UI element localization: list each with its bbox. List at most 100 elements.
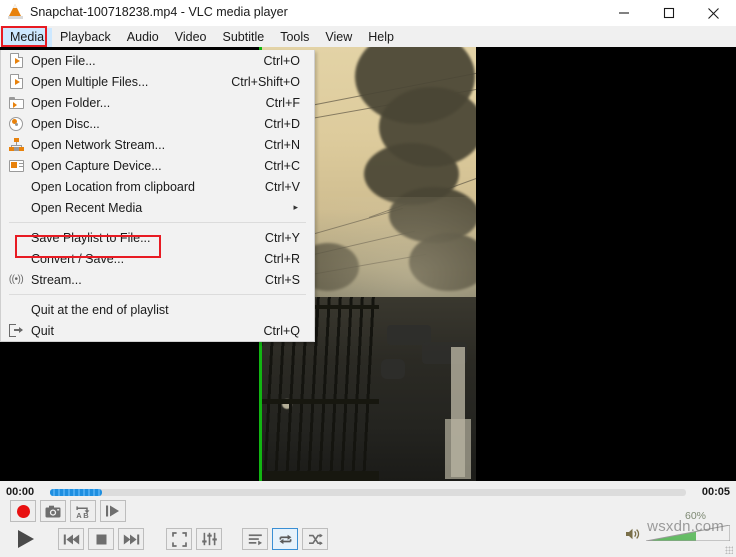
playlist-group <box>242 528 328 550</box>
snapshot-button[interactable] <box>40 500 66 522</box>
view-group <box>166 528 222 550</box>
svg-text:B: B <box>83 511 89 519</box>
loop-icon <box>279 534 291 544</box>
menu-item-accel: Ctrl+R <box>264 251 300 266</box>
no-icon <box>1 248 31 269</box>
file-play-icon <box>1 71 31 92</box>
menu-view[interactable]: View <box>317 28 360 47</box>
menu-item-accel: Ctrl+V <box>264 179 300 194</box>
shuffle-button[interactable] <box>302 528 328 550</box>
menu-item-accel: Ctrl+Y <box>264 230 300 245</box>
stop-button[interactable] <box>88 528 114 550</box>
primary-controls <box>4 525 328 553</box>
previous-button[interactable] <box>58 528 84 550</box>
menu-item-open-disc[interactable]: Open Disc... Ctrl+D <box>1 113 314 134</box>
frame-step-icon <box>106 505 119 517</box>
menu-item-label: Open Network Stream... <box>31 137 166 152</box>
fullscreen-icon <box>171 531 187 547</box>
no-icon <box>1 299 31 320</box>
menu-item-open-multiple-files[interactable]: Open Multiple Files... Ctrl+Shift+O <box>1 71 314 92</box>
vlc-window: Snapchat-100718238.mp4 - VLC media playe… <box>0 0 736 557</box>
playlist-icon <box>248 533 262 545</box>
menu-item-label: Open Location from clipboard <box>31 179 195 194</box>
minimize-button[interactable] <box>601 0 646 26</box>
close-button[interactable] <box>691 0 736 26</box>
menu-item-accel: Ctrl+S <box>264 272 300 287</box>
loop-button[interactable] <box>272 528 298 550</box>
resize-grip[interactable] <box>725 546 733 554</box>
menu-item-accel: Ctrl+N <box>264 137 300 152</box>
menu-item-label: Open Capture Device... <box>31 158 162 173</box>
maximize-button[interactable] <box>646 0 691 26</box>
menu-media[interactable]: Media <box>2 27 53 47</box>
record-button[interactable] <box>10 500 36 522</box>
equalizer-icon <box>201 532 217 546</box>
window-controls <box>601 0 736 26</box>
previous-icon <box>63 534 79 544</box>
menu-item-label: Quit <box>31 323 54 338</box>
submenu-arrow-icon: ▸ <box>293 202 298 212</box>
menu-item-accel: Ctrl+F <box>265 95 300 110</box>
capture-device-icon <box>1 155 31 176</box>
menu-item-label: Convert / Save... <box>31 251 125 266</box>
play-icon <box>18 530 34 548</box>
seek-slider[interactable] <box>50 489 686 496</box>
vlc-cone-icon <box>8 4 23 19</box>
media-dropdown-menu: Open File... Ctrl+O Open Multiple Files.… <box>0 50 315 342</box>
menu-item-open-location-from-clipboard[interactable]: Open Location from clipboard Ctrl+V <box>1 176 314 197</box>
shuffle-icon <box>308 533 323 545</box>
menu-item-accel: Ctrl+D <box>264 116 300 131</box>
extended-settings-button[interactable] <box>196 528 222 550</box>
menu-item-convert-save[interactable]: Convert / Save... Ctrl+R <box>1 248 314 269</box>
menu-playback[interactable]: Playback <box>52 28 119 47</box>
menu-tools[interactable]: Tools <box>272 28 317 47</box>
secondary-controls: A B <box>10 500 126 522</box>
menu-item-open-file[interactable]: Open File... Ctrl+O <box>1 50 314 71</box>
menu-help[interactable]: Help <box>360 28 402 47</box>
menu-item-accel: Ctrl+Shift+O <box>231 74 300 89</box>
menu-item-label: Open Multiple Files... <box>31 74 149 89</box>
menu-item-open-recent-media[interactable]: Open Recent Media ▸ <box>1 197 314 218</box>
menu-item-stream[interactable]: ((•)) Stream... Ctrl+S <box>1 269 314 290</box>
seek-row: 00:00 00:05 <box>0 483 736 501</box>
menu-item-accel: Ctrl+Q <box>263 323 300 338</box>
title-bar: Snapchat-100718238.mp4 - VLC media playe… <box>0 0 736 26</box>
menu-audio[interactable]: Audio <box>119 28 167 47</box>
menu-subtitle[interactable]: Subtitle <box>215 28 273 47</box>
menu-item-save-playlist-to-file[interactable]: Save Playlist to File... Ctrl+Y <box>1 227 314 248</box>
no-icon <box>1 197 31 218</box>
next-icon <box>123 534 139 544</box>
disc-icon <box>1 113 31 134</box>
menu-item-quit-at-end-of-playlist[interactable]: Quit at the end of playlist <box>1 299 314 320</box>
menu-item-label: Open Disc... <box>31 116 100 131</box>
no-icon <box>1 176 31 197</box>
seek-progress <box>50 489 102 496</box>
elapsed-time: 00:00 <box>6 486 35 498</box>
camera-icon <box>45 505 61 517</box>
menu-video[interactable]: Video <box>167 28 215 47</box>
speaker-icon[interactable] <box>625 527 641 541</box>
play-button[interactable] <box>4 525 46 553</box>
total-time: 00:05 <box>701 486 730 498</box>
menu-item-accel: Ctrl+O <box>263 53 300 68</box>
site-watermark: wsxdn.com <box>647 518 724 535</box>
fullscreen-button[interactable] <box>166 528 192 550</box>
menu-item-label: Open Folder... <box>31 95 111 110</box>
menu-item-open-folder[interactable]: Open Folder... Ctrl+F <box>1 92 314 113</box>
control-bar: 00:00 00:05 A B 60% wsxdn.com <box>0 481 736 557</box>
menu-item-open-capture-device[interactable]: Open Capture Device... Ctrl+C <box>1 155 314 176</box>
stream-icon: ((•)) <box>8 274 24 285</box>
frame-by-frame-button[interactable] <box>100 500 126 522</box>
next-button[interactable] <box>118 528 144 550</box>
menu-item-open-network-stream[interactable]: Open Network Stream... Ctrl+N <box>1 134 314 155</box>
window-title: Snapchat-100718238.mp4 - VLC media playe… <box>30 4 288 19</box>
menu-item-label: Quit at the end of playlist <box>31 302 169 317</box>
playlist-button[interactable] <box>242 528 268 550</box>
ab-loop-button[interactable]: A B <box>70 500 96 522</box>
no-icon <box>1 227 31 248</box>
menu-separator <box>9 222 306 223</box>
menu-bar: Media Playback Audio Video Subtitle Tool… <box>0 27 736 47</box>
folder-play-icon <box>1 92 31 113</box>
menu-item-quit[interactable]: Quit Ctrl+Q <box>1 320 314 341</box>
menu-item-label: Save Playlist to File... <box>31 230 151 245</box>
